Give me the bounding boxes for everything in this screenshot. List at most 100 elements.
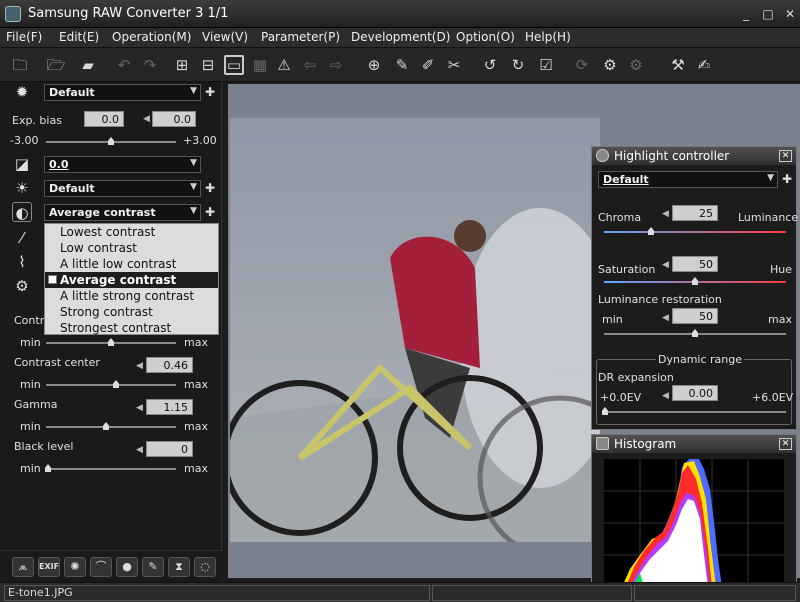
status-bar: E-tone1.JPG	[0, 582, 800, 602]
menu-parameter[interactable]: Parameter(P)	[261, 30, 340, 44]
black-level-min: min	[20, 462, 41, 475]
luminance-restoration-slider-thumb[interactable]	[692, 329, 698, 337]
grid-overlay-icon[interactable]: ⊕	[364, 55, 384, 75]
black-level-value[interactable]: 0	[146, 441, 193, 457]
settings-paste-icon[interactable]: ⚙	[626, 55, 646, 75]
edit-notes-icon[interactable]: ✍	[694, 55, 714, 75]
luminance-restoration-value[interactable]: 50	[672, 308, 718, 324]
saturation-slider-thumb[interactable]	[692, 277, 698, 285]
sun-tab-icon[interactable]: ✺	[64, 557, 86, 577]
preview-image	[230, 118, 600, 542]
rotate-right-icon[interactable]: ↻	[508, 55, 528, 75]
black-level-slider-track[interactable]	[46, 468, 176, 470]
crop-icon[interactable]: ✂	[444, 55, 464, 75]
menu-development[interactable]: Development(D)	[351, 30, 450, 44]
rotate-left-icon[interactable]: ↺	[480, 55, 500, 75]
menu-edit[interactable]: Edit(E)	[59, 30, 99, 44]
contrast-option[interactable]: Low contrast	[45, 240, 218, 256]
exif-tab-icon[interactable]: EXIF	[38, 557, 60, 577]
ball-tab-icon[interactable]: ●	[116, 557, 138, 577]
add-preset-icon[interactable]: ✚	[782, 173, 792, 185]
light-source-combo[interactable]: Default ▼	[44, 180, 201, 197]
single-view-icon[interactable]: ▭	[224, 55, 244, 75]
preset-combo[interactable]: Default ▼	[44, 84, 201, 101]
contrast-option[interactable]: Strongest contrast	[45, 320, 218, 336]
next-arrow-icon[interactable]: ⇨	[326, 55, 346, 75]
exp-bias-value-2[interactable]: 0.0	[152, 111, 196, 127]
spin-left-icon[interactable]: ◀	[662, 391, 669, 401]
close-icon[interactable]: ✕	[779, 438, 792, 450]
maximize-button[interactable]: □	[760, 6, 776, 22]
spin-left-icon[interactable]: ◀	[662, 313, 669, 323]
contrast-option[interactable]: Strong contrast	[45, 304, 218, 320]
menu-help[interactable]: Help(H)	[525, 30, 571, 44]
chroma-slider-track[interactable]	[604, 231, 786, 233]
exp-bias-min: -3.00	[10, 134, 39, 147]
spin-left-icon[interactable]: ◀	[136, 403, 143, 413]
gamma-label: Gamma	[14, 398, 58, 411]
dr-value[interactable]: 0.00	[672, 385, 718, 401]
chevron-down-icon: ▼	[190, 86, 197, 96]
spin-left-icon[interactable]: ◀	[136, 445, 143, 455]
contrast-option-selected[interactable]: Average contrast	[45, 272, 218, 288]
circle-tab-icon[interactable]: ◌	[194, 557, 216, 577]
contrast-option[interactable]: Lowest contrast	[45, 224, 218, 240]
highlight-controller-titlebar[interactable]: Highlight controller	[592, 147, 796, 165]
saturation-value[interactable]: 50	[672, 256, 718, 272]
brush-tab-icon[interactable]: ✎	[142, 557, 164, 577]
contrast-icon[interactable]: ◐	[12, 202, 32, 222]
curve-tab-icon[interactable]: ⌒	[90, 557, 112, 577]
contrast-center-value[interactable]: 0.46	[146, 357, 193, 373]
gamma-value[interactable]: 1.15	[146, 399, 193, 415]
split-view-icon[interactable]: ⊟	[198, 55, 218, 75]
close-icon[interactable]: ✕	[779, 150, 792, 162]
tone-combo[interactable]: 0.0 ▼	[44, 156, 201, 173]
contrast-option[interactable]: A little low contrast	[45, 256, 218, 272]
add-light-preset-icon[interactable]: ✚	[205, 182, 215, 194]
spin-left-icon[interactable]: ◀	[662, 260, 669, 270]
minimize-button[interactable]: _	[738, 6, 754, 22]
white-balance-picker-icon[interactable]: ✎	[392, 55, 412, 75]
close-button[interactable]: ✕	[782, 6, 798, 22]
gamma-slider-track[interactable]	[46, 426, 176, 428]
contrast-center-max: max	[184, 378, 208, 391]
dr-slider-track[interactable]	[604, 411, 786, 413]
redo-icon[interactable]: ↷	[140, 55, 160, 75]
spin-left-icon[interactable]: ◀	[143, 114, 150, 124]
hammer-icon[interactable]: ⚒	[668, 55, 688, 75]
batch-tool-icon[interactable]: ▰	[78, 55, 98, 75]
contrast-center-slider-track[interactable]	[46, 384, 176, 386]
menu-operation[interactable]: Operation(M)	[112, 30, 191, 44]
open-folder-icon[interactable]: 🗁	[46, 55, 66, 75]
thumbnail-grid-icon[interactable]: ⊞	[172, 55, 192, 75]
menu-option[interactable]: Option(O)	[456, 30, 515, 44]
undo-icon[interactable]: ↶	[114, 55, 134, 75]
gray-picker-icon[interactable]: ✐	[418, 55, 438, 75]
gears-icon: ⚙	[15, 277, 29, 295]
exp-bias-value-1[interactable]: 0.0	[84, 111, 124, 127]
highlight-preset-combo[interactable]: Default ▼	[598, 171, 778, 188]
settings-copy-icon[interactable]: ⚙	[600, 55, 620, 75]
add-contrast-preset-icon[interactable]: ✚	[205, 206, 215, 218]
prev-arrow-icon[interactable]: ⇦	[300, 55, 320, 75]
contrast-option[interactable]: A little strong contrast	[45, 288, 218, 304]
compare-view-icon[interactable]: ▦	[250, 55, 270, 75]
menu-file[interactable]: File(F)	[6, 30, 42, 44]
histogram-tab-icon[interactable]: ⩕	[12, 557, 34, 577]
hourglass-tab-icon[interactable]: ⧗	[168, 557, 190, 577]
menu-view[interactable]: View(V)	[202, 30, 248, 44]
sync-icon[interactable]: ⟳	[572, 55, 592, 75]
histogram-titlebar[interactable]: Histogram	[592, 435, 796, 453]
spin-left-icon[interactable]: ◀	[662, 209, 669, 219]
tone-curve-icon: ◪	[14, 155, 30, 173]
check-icon[interactable]: ☑	[536, 55, 556, 75]
light-source-icon: ☀	[15, 179, 29, 197]
warning-icon[interactable]: ⚠	[274, 55, 294, 75]
spin-left-icon[interactable]: ◀	[136, 361, 143, 371]
chroma-slider-thumb[interactable]	[648, 227, 654, 235]
open-file-icon[interactable]: 🗀	[10, 55, 30, 75]
add-preset-icon[interactable]: ✚	[205, 86, 215, 98]
contrast-combo[interactable]: Average contrast ▼	[44, 204, 201, 221]
window-title: Samsung RAW Converter 3 1/1	[28, 6, 229, 21]
chroma-value[interactable]: 25	[672, 205, 718, 221]
